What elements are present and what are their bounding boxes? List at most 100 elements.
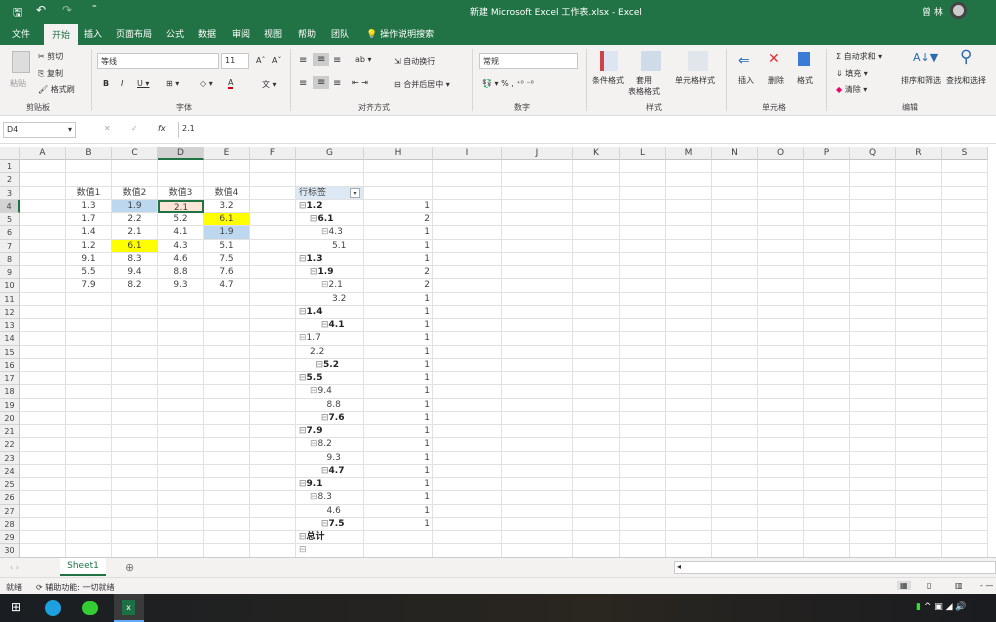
cell[interactable] [502,544,573,557]
cell[interactable] [620,292,666,306]
cell[interactable] [620,385,666,399]
cell[interactable] [620,464,666,478]
cell[interactable] [20,411,66,425]
insert-icon[interactable]: ⇐ [738,53,750,69]
cell[interactable] [850,213,896,227]
cell[interactable] [502,531,573,545]
row-header[interactable]: 25 [0,478,20,492]
column-header-K[interactable]: K [573,147,620,160]
cell[interactable] [573,451,620,465]
cell[interactable] [250,531,296,545]
cell[interactable] [804,173,850,187]
cell[interactable] [712,279,758,293]
pivot-count[interactable]: 2 [364,279,433,293]
cell[interactable] [942,279,988,293]
cell[interactable] [666,173,712,187]
cell[interactable] [666,160,712,174]
pivot-count[interactable]: 1 [364,358,433,372]
cell[interactable] [20,186,66,200]
cell[interactable] [804,517,850,531]
cell[interactable] [942,173,988,187]
cell[interactable] [850,292,896,306]
cell[interactable] [112,478,158,492]
cell[interactable] [433,213,502,227]
cell[interactable] [433,491,502,505]
column-header-F[interactable]: F [250,147,296,160]
cell[interactable] [364,173,433,187]
cell[interactable] [66,345,112,359]
cell[interactable] [942,451,988,465]
cell[interactable] [296,173,364,187]
avatar[interactable] [950,2,967,19]
fill-button[interactable]: ⇓ 填充 ▾ [836,68,868,79]
cell[interactable] [573,239,620,253]
cell[interactable] [758,199,804,213]
cell[interactable] [620,305,666,319]
cell[interactable] [620,160,666,174]
column-header-S[interactable]: S [942,147,988,160]
cell[interactable] [204,160,250,174]
cell[interactable] [158,173,204,187]
cell[interactable] [896,398,942,412]
cell-style-button[interactable]: 单元格样式 [675,75,715,86]
cell[interactable] [158,160,204,174]
cell[interactable] [666,266,712,280]
cell[interactable] [804,372,850,386]
cell[interactable] [712,464,758,478]
cell[interactable] [850,332,896,346]
cell[interactable] [712,544,758,557]
cell[interactable] [66,544,112,557]
pivot-row-label[interactable]: 4.6 [296,504,364,518]
cell[interactable] [112,305,158,319]
cell[interactable] [620,491,666,505]
cell[interactable] [364,186,433,200]
cell[interactable] [850,239,896,253]
cell[interactable] [502,226,573,240]
table-header[interactable]: 数值1 [66,186,112,200]
cell[interactable] [433,292,502,306]
search-tell-me[interactable]: 💡 操作说明搜索 [366,27,434,40]
merge-center-button[interactable]: ⊟ 合并后居中 ▾ [394,79,450,90]
insert-button[interactable]: 插入 [738,75,754,86]
cell[interactable] [433,451,502,465]
cell[interactable] [758,491,804,505]
cell[interactable] [66,398,112,412]
bold-button[interactable]: B [103,79,109,88]
cancel-icon[interactable]: ✕ [104,124,111,133]
cell[interactable] [666,398,712,412]
cell[interactable] [250,279,296,293]
cell[interactable] [573,425,620,439]
cell[interactable] [804,478,850,492]
cell[interactable] [502,199,573,213]
cell[interactable] [942,425,988,439]
find-select-button[interactable]: 查找和选择 [946,75,986,86]
cell[interactable] [433,464,502,478]
accessibility-status[interactable]: ⟳ 辅助功能: 一切就绪 [36,582,115,593]
cell[interactable] [112,517,158,531]
enter-icon[interactable]: ✓ [131,124,138,133]
cell[interactable] [666,213,712,227]
cell[interactable] [712,213,758,227]
align-middle-icon[interactable]: ≡ [313,53,330,66]
column-header-L[interactable]: L [620,147,666,160]
cell[interactable] [20,544,66,557]
number-format-icons[interactable]: 💱 ▾ % , ⁺⁰ ⁻⁰ [482,79,534,88]
cell[interactable] [804,425,850,439]
cell[interactable] [204,372,250,386]
cell[interactable] [573,438,620,452]
cell[interactable] [573,213,620,227]
cell[interactable] [158,292,204,306]
cell[interactable] [433,226,502,240]
cell[interactable] [620,252,666,266]
cell[interactable] [66,438,112,452]
cell[interactable] [112,292,158,306]
cell[interactable] [804,305,850,319]
cell[interactable] [758,411,804,425]
cell[interactable] [204,332,250,346]
cell[interactable] [433,186,502,200]
customize-icon[interactable]: ⁼ [92,4,97,14]
cell[interactable] [896,345,942,359]
cell[interactable] [573,544,620,557]
cell[interactable] [433,252,502,266]
cell[interactable] [250,385,296,399]
